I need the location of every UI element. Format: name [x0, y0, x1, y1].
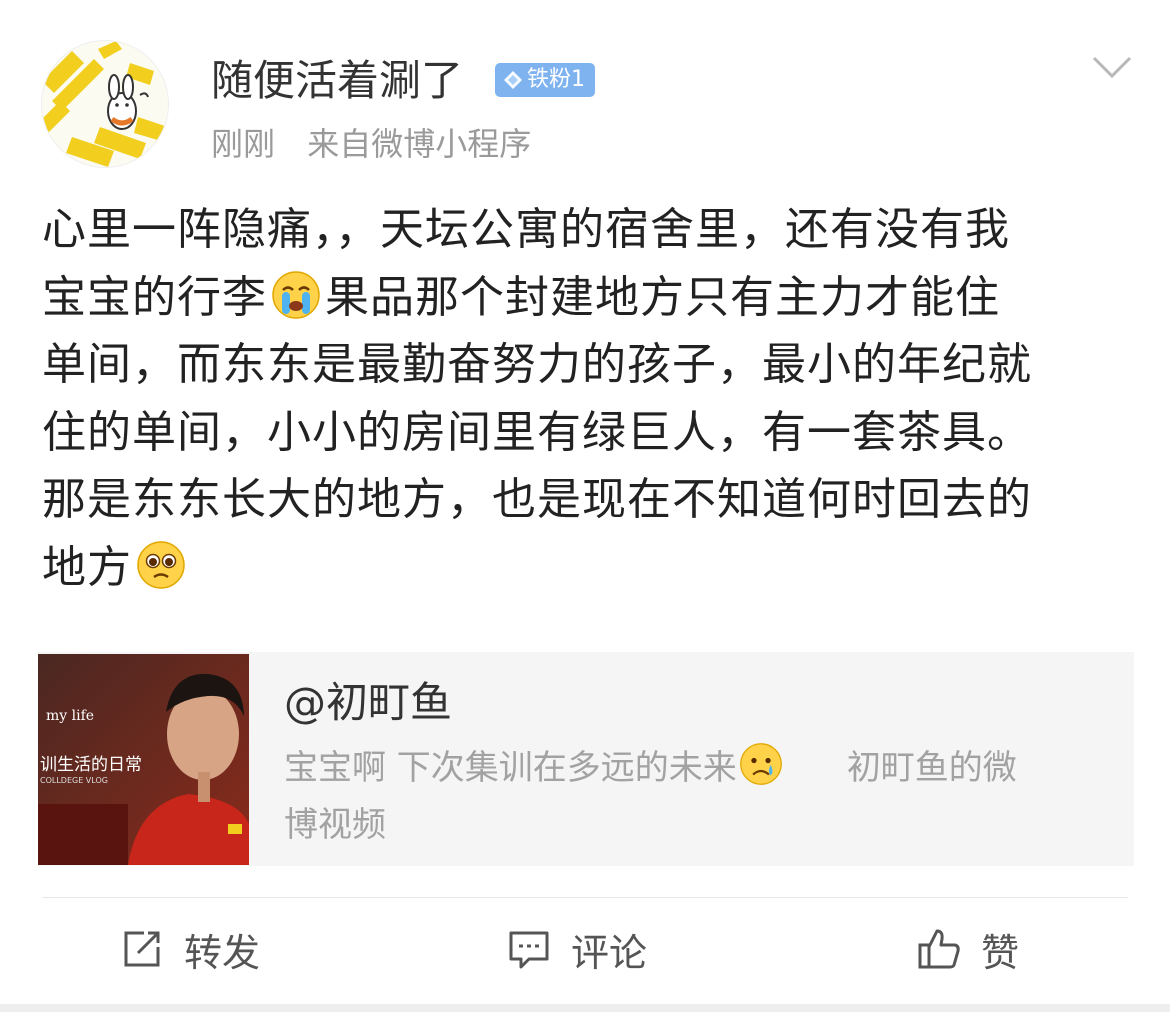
- content-line: 地方: [42, 534, 1132, 602]
- post-source[interactable]: 来自微博小程序: [307, 125, 531, 163]
- username[interactable]: 随便活着涮了: [211, 56, 463, 106]
- repost-button[interactable]: 转发: [120, 922, 260, 976]
- repost-label: 转发: [184, 930, 261, 975]
- post-content: 心里一阵隐痛，，天坛公寓的宿舍里，还有没有我 宝宝的行李 果品那个封建地方只有主…: [42, 196, 1132, 601]
- content-text: 地方: [42, 541, 132, 593]
- card-desc-text: 宝宝啊 下次集训在多远的未来: [284, 748, 737, 788]
- card-desc-source-cont: 博视频: [284, 805, 386, 845]
- content-line: 心里一阵隐痛，，天坛公寓的宿舍里，还有没有我: [42, 204, 1010, 255]
- action-bar: 转发 评论 赞: [0, 898, 1170, 1002]
- video-thumbnail[interactable]: my life 训生活的日常 COLLDEGE VLOG: [38, 654, 249, 865]
- avatar[interactable]: [42, 41, 168, 167]
- fan-badge[interactable]: 铁粉1: [495, 63, 595, 97]
- diamond-icon: [504, 71, 522, 89]
- card-description: 宝宝啊 下次集训在多远的未来 初町鱼的微博视频: [284, 740, 1114, 854]
- thumbs-up-icon: [918, 929, 960, 969]
- content-line: 宝宝的行李 果品那个封建地方只有主力才能住: [42, 264, 1132, 332]
- thumb-text-vlog: COLLDEGE VLOG: [40, 776, 108, 785]
- content-line: 住的单间，小小的房间里有绿巨人，有一套茶具。: [42, 406, 1032, 458]
- comment-label: 评论: [571, 930, 648, 975]
- content-line: 那是东东长大的地方，也是现在不知道何时回去的: [42, 474, 1032, 525]
- avatar-image: [42, 41, 168, 167]
- like-label: 赞: [981, 930, 1020, 975]
- content-text: 宝宝的行李: [42, 271, 267, 323]
- video-card[interactable]: my life 训生活的日常 COLLDEGE VLOG @初町鱼 宝宝啊 下次…: [38, 652, 1134, 866]
- crying-face-icon: [272, 270, 320, 319]
- chevron-down-icon[interactable]: [1090, 52, 1134, 82]
- repost-icon: [124, 931, 160, 967]
- like-button[interactable]: 赞: [917, 922, 1019, 976]
- card-desc-source: 初町鱼的微: [846, 748, 1017, 788]
- comment-icon: [509, 931, 549, 969]
- thumb-text-mylife: my life: [46, 708, 95, 724]
- pleading-face-icon: [137, 540, 185, 589]
- bottom-separator: [0, 1004, 1170, 1012]
- comment-button[interactable]: 评论: [507, 922, 647, 976]
- badge-label: 铁粉1: [527, 67, 585, 92]
- content-text: 果品那个封建地方只有主力才能住: [325, 271, 1000, 323]
- card-title[interactable]: @初町鱼: [284, 677, 452, 729]
- post-meta: 刚刚 来自微博小程序: [211, 123, 531, 165]
- post-time: 刚刚: [211, 125, 276, 163]
- thumb-text-title: 训生活的日常: [40, 755, 142, 775]
- sad-tear-face-icon: [739, 743, 782, 785]
- content-line: 单间，而东东是最勤奋努力的孩子，最小的年纪就: [42, 339, 1032, 390]
